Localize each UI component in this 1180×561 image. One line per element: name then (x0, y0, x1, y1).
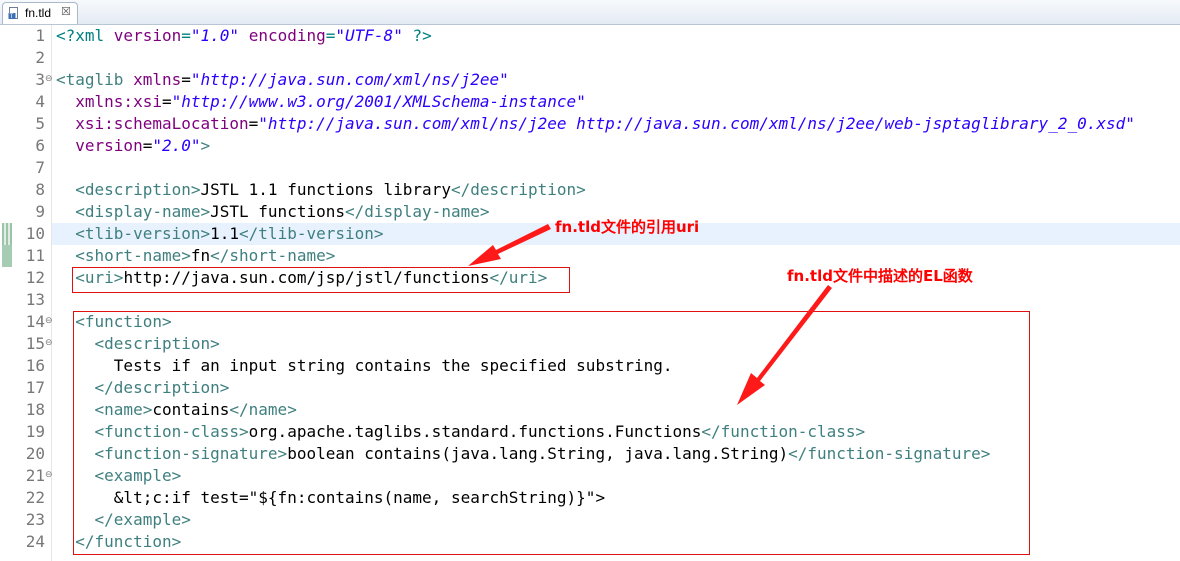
code-token: JSTL 1.1 functions library (200, 180, 451, 199)
tab-label: fn.tld (25, 6, 52, 20)
code-token: version (113, 26, 182, 45)
code-line[interactable]: 8 <description>JSTL 1.1 functions librar… (0, 179, 1180, 201)
line-number: 21 (25, 466, 45, 485)
tab-fn-tld[interactable]: T fn.tld ☒ (2, 2, 78, 24)
code-token: "http://java.sun.com/xml/ns/j2ee" (190, 70, 509, 89)
code-token: "2.0" (152, 136, 201, 155)
fold-toggle-icon[interactable]: ⊖ (45, 69, 53, 89)
line-number: 24 (25, 532, 45, 551)
code-token: <taglib (56, 70, 134, 89)
code-token: <description> (75, 180, 201, 199)
code-line[interactable]: 1 <?xml version="1.0" encoding="UTF-8" ?> (0, 25, 1180, 47)
function-highlight-box (73, 311, 1030, 555)
uri-highlight-box (72, 267, 570, 293)
code-token: = (181, 70, 191, 89)
code-token: <short-name> (75, 246, 191, 265)
fold-toggle-icon[interactable]: ⊖ (45, 333, 53, 353)
code-token: ?> (402, 26, 432, 45)
function-annotation: fn.tld文件中描述的EL函数 (787, 267, 973, 285)
line-number: 4 (35, 92, 45, 111)
code-token: > (200, 136, 211, 155)
code-token: "1.0" (190, 26, 240, 45)
code-line[interactable]: 5 xsi:schemaLocation="http://java.sun.co… (0, 113, 1180, 135)
line-number: 16 (25, 356, 45, 375)
code-token: = (181, 26, 191, 45)
code-token: "http://www.w3.org/2001/XMLSchema-instan… (171, 92, 586, 111)
code-token: = (248, 114, 259, 133)
code-token: xsi:schemaLocation (75, 114, 249, 133)
code-token: = (325, 26, 336, 45)
code-token: </tlib-version> (239, 224, 384, 243)
line-number: 6 (35, 136, 45, 155)
code-text[interactable]: <tlib-version>1.1</tlib-version> (56, 223, 384, 245)
line-number: 7 (35, 158, 45, 177)
code-token: <?xml (56, 26, 114, 45)
line-number: 14 (25, 312, 45, 331)
line-number: 9 (35, 202, 45, 221)
code-token: 1.1 (210, 224, 240, 243)
code-text[interactable]: <short-name>fn</short-name> (56, 245, 335, 267)
uri-annotation: fn.tld文件的引用uri (555, 218, 700, 236)
code-line[interactable]: 2 (0, 47, 1180, 69)
line-number: 13 (25, 290, 45, 309)
line-number: 3 (35, 70, 45, 89)
line-number: 11 (25, 246, 45, 265)
code-token: encoding (248, 26, 326, 45)
line-number: 23 (25, 510, 45, 529)
code-token: <tlib-version> (75, 224, 211, 243)
line-number: 1 (35, 26, 45, 45)
code-token: "UTF-8" (335, 26, 403, 45)
code-token: = (161, 92, 172, 111)
code-text[interactable]: <taglib xmlns="http://java.sun.com/xml/n… (56, 69, 509, 91)
code-token: version (75, 136, 143, 155)
line-number: 18 (25, 400, 45, 419)
fold-toggle-icon[interactable]: ⊖ (45, 465, 53, 485)
line-number: 20 (25, 444, 45, 463)
code-line[interactable]: 3 ⊖ <taglib xmlns="http://java.sun.com/xml… (0, 69, 1180, 91)
code-token: </description> (450, 180, 586, 199)
line-number: 19 (25, 422, 45, 441)
editor-tab-bar: T fn.tld ☒ (0, 0, 1180, 25)
code-text[interactable]: <description>JSTL 1.1 functions library<… (56, 179, 586, 201)
code-text[interactable]: <display-name>JSTL functions</display-na… (56, 201, 489, 223)
code-token: fn (190, 246, 211, 265)
code-token: <display-name> (75, 202, 211, 221)
line-number: 22 (25, 488, 45, 507)
code-text[interactable]: <?xml version="1.0" encoding="UTF-8" ?> (56, 25, 432, 47)
code-token: xmlns:xsi (75, 92, 162, 111)
line-number: 2 (35, 48, 45, 67)
code-text[interactable]: xsi:schemaLocation="http://java.sun.com/… (56, 113, 1135, 135)
line-number: 17 (25, 378, 45, 397)
code-token: xmlns (133, 70, 182, 89)
fold-toggle-icon[interactable]: ⊖ (45, 311, 53, 331)
code-token: </display-name> (344, 202, 490, 221)
code-token: JSTL functions (210, 202, 345, 221)
tld-file-icon: T (8, 7, 18, 20)
svg-text:T: T (9, 13, 14, 20)
code-token: = (142, 136, 153, 155)
code-line[interactable]: 11 <short-name>fn</short-name> (0, 245, 1180, 267)
code-text[interactable]: xmlns:xsi="http://www.w3.org/2001/XMLSch… (56, 91, 586, 113)
line-number: 8 (35, 180, 45, 199)
code-line[interactable]: 6 version="2.0"> (0, 135, 1180, 157)
line-number: 15 (25, 334, 45, 353)
code-token: </short-name> (210, 246, 336, 265)
code-token: "http://java.sun.com/xml/ns/j2ee http://… (258, 114, 1135, 133)
line-number: 5 (35, 114, 45, 133)
line-number: 10 (25, 224, 45, 243)
code-line[interactable]: 7 (0, 157, 1180, 179)
close-icon[interactable]: ☒ (61, 5, 71, 18)
code-text[interactable]: version="2.0"> (56, 135, 210, 157)
code-line[interactable]: 4 xmlns:xsi="http://www.w3.org/2001/XMLS… (0, 91, 1180, 113)
line-number: 12 (25, 268, 45, 287)
